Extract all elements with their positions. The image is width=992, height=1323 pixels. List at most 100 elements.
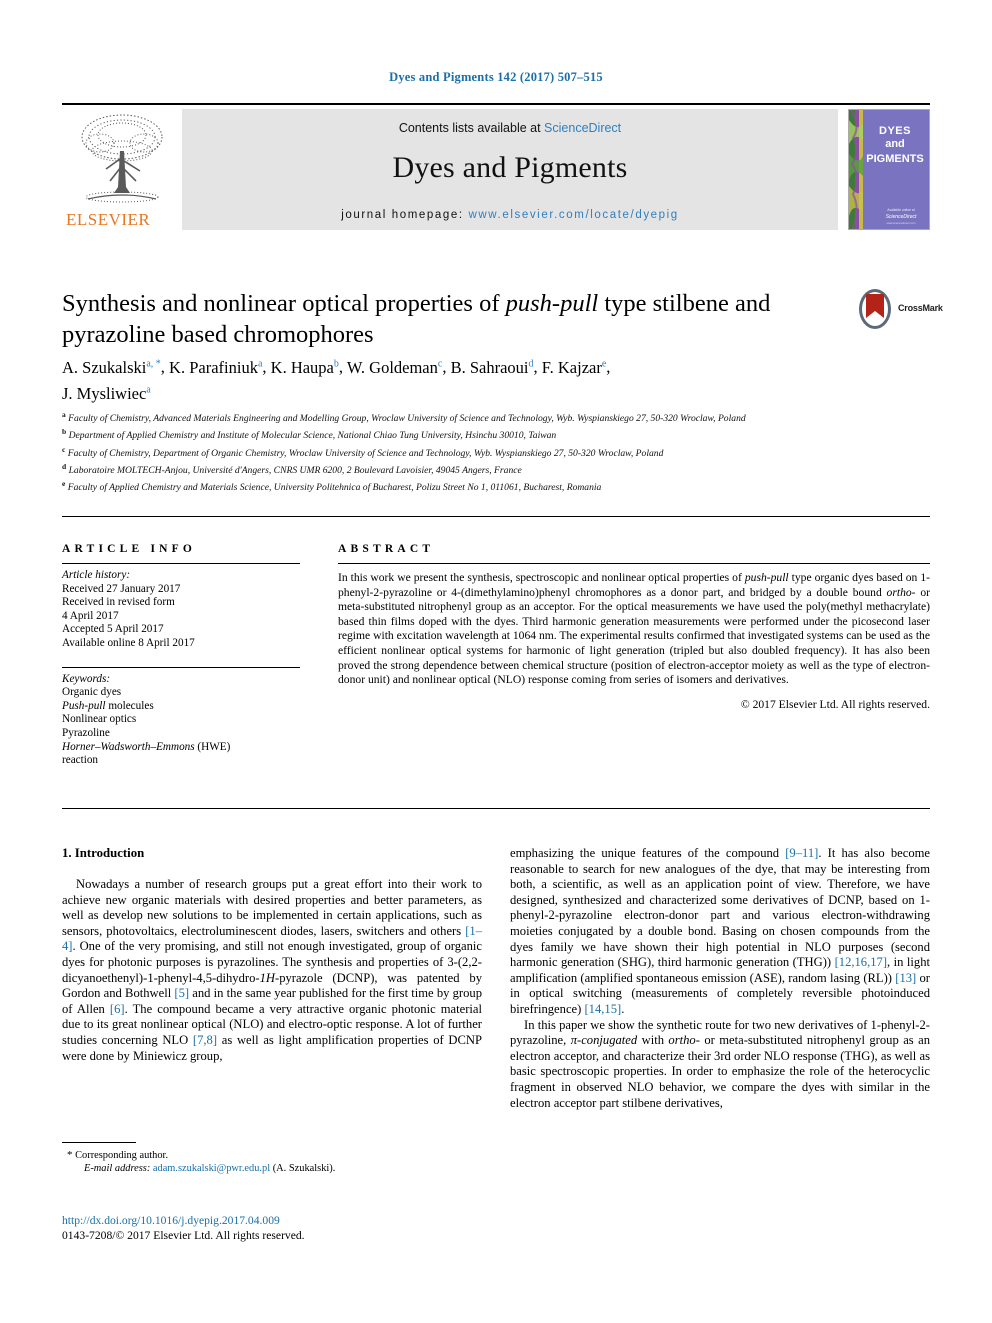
svg-text:www.sciencedirect.com: www.sciencedirect.com [886, 221, 916, 225]
title-italic: push-pull [505, 290, 599, 317]
author-affil-marker[interactable]: a, * [146, 358, 160, 369]
keyword-item: Nonlinear optics [62, 713, 137, 726]
abstract-column: ABSTRACT In this work we present the syn… [338, 543, 930, 711]
author-affil-marker: a [146, 384, 151, 396]
crossmark-label: CrossMark [898, 303, 943, 313]
body-column-left: 1. Introduction Nowadays a number of res… [62, 846, 482, 1064]
affiliation-marker: b [62, 427, 67, 437]
author-affil-marker: d [528, 358, 534, 369]
contents-line: Contents lists available at ScienceDirec… [182, 121, 838, 135]
journal-homepage-line: journal homepage: www.elsevier.com/locat… [182, 209, 838, 221]
sciencedirect-link[interactable]: ScienceDirect [544, 121, 621, 135]
history-item: Received 27 January 2017 [62, 582, 181, 595]
footer-doi-block: http://dx.doi.org/10.1016/j.dyepig.2017.… [62, 1214, 305, 1243]
affiliation-item: a Faculty of Chemistry, Advanced Materia… [62, 409, 942, 426]
affiliation-text: Faculty of Chemistry, Advanced Materials… [68, 413, 746, 425]
elsevier-wordmark: ELSEVIER [66, 210, 151, 229]
history-item: Available online 8 April 2017 [62, 636, 195, 649]
journal-masthead: ELSEVIER Contents lists available at Sci… [62, 103, 930, 230]
paper-page: Dyes and Pigments 142 (2017) 507–515 ELS… [0, 0, 992, 1323]
keywords-label: Keywords: [62, 672, 111, 685]
author-name: J. Mysliwiec [62, 384, 147, 403]
abstract-heading: ABSTRACT [338, 543, 435, 555]
affiliation-marker: d [62, 461, 67, 471]
author-name: A. Szukalski [62, 357, 147, 377]
author-item: K. Parafiniuka [169, 358, 262, 377]
footnote-block: * Corresponding author. E-mail address: … [62, 1142, 482, 1176]
affiliation-item: c Faculty of Chemistry, Department of Or… [62, 444, 942, 461]
crossmark-icon [859, 289, 891, 329]
keyword-item: Organic dyes [62, 686, 122, 699]
author-affil-marker: c [437, 358, 443, 369]
homepage-prefix: journal homepage: [341, 209, 469, 221]
body-paragraph: In this paper we show the synthetic rout… [510, 1017, 930, 1110]
keyword-item: Pyrazoline [62, 726, 110, 739]
journal-homepage-link[interactable]: www.elsevier.com/locate/dyepig [468, 209, 678, 221]
info-bottom-rule [62, 808, 930, 809]
svg-text:Available online at: Available online at [887, 208, 915, 212]
author-affil-marker: e [601, 358, 607, 369]
keywords-block: Keywords: Organic dyes Push-pull molecul… [62, 673, 300, 768]
author-affil-marker: b [333, 358, 339, 369]
footnote-rule [62, 1142, 136, 1143]
svg-text:DYES: DYES [879, 125, 911, 137]
affiliation-text: Faculty of Chemistry, Department of Orga… [67, 447, 664, 459]
affiliation-marker: a [62, 410, 66, 419]
author-item: B. Sahraouid [451, 358, 534, 377]
author-item: F. Kajzare [542, 358, 607, 377]
author-item: J. Mysliwieca [62, 384, 151, 403]
affiliation-item: e Faculty of Applied Chemistry and Mater… [62, 478, 942, 495]
cover-art-icon: DYES and PIGMENTS Available online at Sc… [849, 110, 929, 229]
article-info-column: ARTICLE INFO Article history: Received 2… [62, 543, 300, 768]
author-item: W. Goldemanc [347, 358, 443, 377]
author-item: A. Szukalskia, * [62, 358, 161, 377]
keyword-item: Horner–Wadsworth–Emmons (HWE) [62, 740, 231, 753]
history-item: Received in revised form [62, 596, 175, 609]
abstract-copyright: © 2017 Elsevier Ltd. All rights reserved… [740, 697, 930, 711]
author-list: A. Szukalskia, *, K. Parafiniuka, K. Hau… [62, 357, 611, 404]
svg-text:PIGMENTS: PIGMENTS [866, 153, 923, 165]
crossmark-badge[interactable]: CrossMark [857, 288, 943, 332]
history-item: Accepted 5 April 2017 [62, 623, 164, 636]
masthead-center: Contents lists available at ScienceDirec… [182, 109, 838, 230]
author-name: K. Haupa [270, 357, 334, 377]
issn-copyright-line: 0143-7208/© 2017 Elsevier Ltd. All right… [62, 1228, 305, 1242]
abstract-text: In this work we present the synthesis, s… [338, 571, 930, 687]
author-name: K. Parafiniuk [169, 357, 258, 377]
corresponding-author-text: Corresponding author. [75, 1150, 169, 1161]
corresponding-author-note: * Corresponding author. [62, 1149, 482, 1162]
affiliation-text: Laboratoire MOLTECH-Anjou, Université d'… [68, 465, 522, 477]
affiliation-item: d Laboratoire MOLTECH-Anjou, Université … [62, 461, 942, 478]
journal-cover-thumbnail: DYES and PIGMENTS Available online at Sc… [848, 109, 930, 230]
author-affil-marker: a [257, 358, 263, 369]
affiliation-marker: e [62, 479, 66, 489]
running-head: Dyes and Pigments 142 (2017) 507–515 [389, 70, 603, 84]
section-heading-introduction: 1. Introduction [62, 846, 145, 860]
article-title: Synthesis and nonlinear optical properti… [62, 288, 852, 350]
footnote-email-line: E-mail address: adam.szukalski@pwr.edu.p… [62, 1162, 482, 1175]
author-name: F. Kajzar [541, 357, 602, 377]
asterisk-icon: * [67, 1149, 73, 1161]
affiliation-text: Faculty of Applied Chemistry and Materia… [67, 482, 602, 494]
affiliation-marker: c [62, 444, 66, 454]
contents-prefix: Contents lists available at [398, 121, 545, 135]
article-history-block: Article history: Received 27 January 201… [62, 569, 300, 651]
title-block: Synthesis and nonlinear optical properti… [62, 288, 852, 350]
email-link[interactable]: adam.szukalski@pwr.edu.pl [153, 1163, 270, 1174]
journal-title: Dyes and Pigments [392, 151, 628, 184]
title-part-1: Synthesis and nonlinear optical properti… [62, 290, 506, 317]
author-name: W. Goldeman [346, 357, 438, 377]
affiliation-list: a Faculty of Chemistry, Advanced Materia… [62, 409, 942, 495]
elsevier-tree-icon [81, 114, 163, 203]
abstract-rule [338, 563, 930, 564]
svg-text:and: and [885, 138, 905, 150]
body-paragraph: Nowadays a number of research groups put… [62, 877, 483, 1063]
keyword-item: Push-pull molecules [62, 699, 154, 712]
elsevier-logo: ELSEVIER [62, 109, 182, 230]
body-column-right: emphasizing the unique features of the c… [510, 846, 930, 1111]
body-paragraph: emphasizing the unique features of the c… [510, 846, 931, 1016]
author-item: K. Haupab [271, 358, 339, 377]
doi-link[interactable]: http://dx.doi.org/10.1016/j.dyepig.2017.… [62, 1214, 305, 1229]
email-suffix: (A. Szukalski). [272, 1163, 336, 1175]
affiliation-item: b Department of Applied Chemistry and In… [62, 426, 942, 443]
